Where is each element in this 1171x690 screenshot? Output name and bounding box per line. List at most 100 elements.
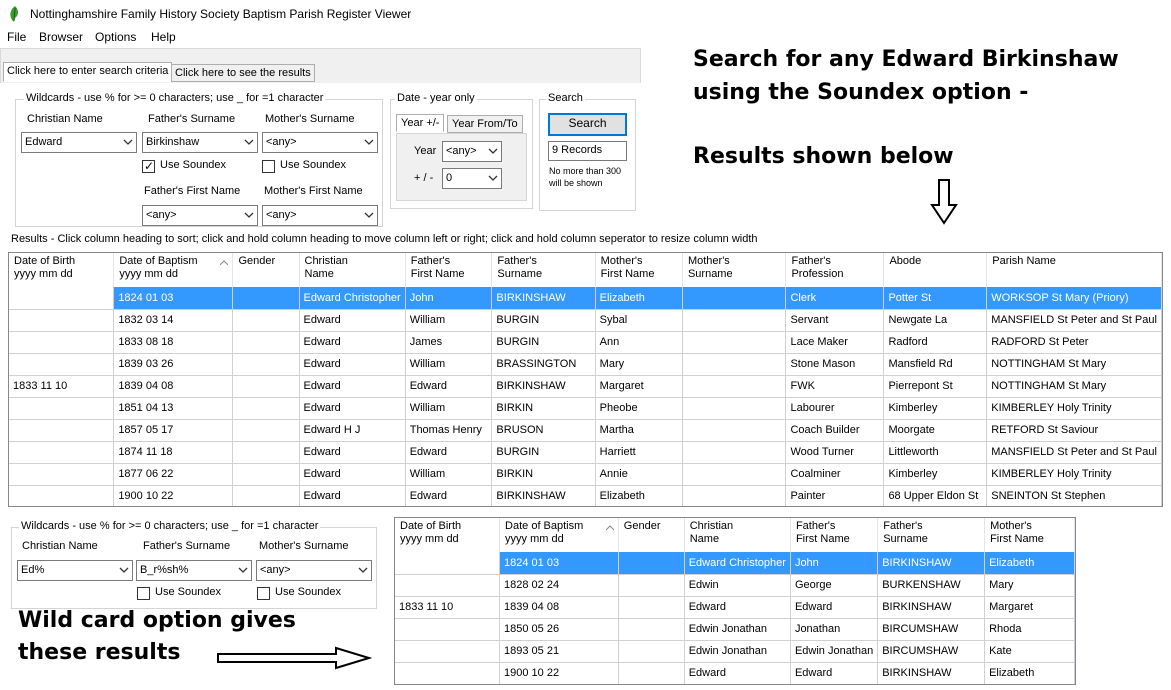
father-surname-combo[interactable]: Birkinshaw [142,132,258,153]
column-header-abode[interactable]: Abode [883,253,988,287]
tab-search-criteria[interactable]: Click here to enter search criteria [3,62,173,82]
father-soundex-label: Use Soundex [160,159,227,171]
table-row[interactable]: 1857 05 17 Edward H J Thomas Henry BRUSON Ma… [9,419,1162,442]
table-cell [682,463,787,486]
tab-year-plus-minus[interactable]: Year +/- [396,114,445,132]
table-cell [618,662,685,684]
column-header-mother-s-surname[interactable]: Mother's Surname [682,253,787,287]
column-header-father-s-profession[interactable]: Father's Profession [785,253,885,287]
column-header-gender[interactable]: Gender [232,253,300,287]
table-row[interactable]: 1839 03 26 Edward William BRASSINGTON Mary St… [9,353,1162,376]
table-cell: Martha [595,419,683,442]
column-header-line1: Date of Baptism [505,520,584,532]
tab-year-from-to[interactable]: Year From/To [447,115,523,133]
chevron-down-icon [488,148,498,154]
table-cell: Edward [299,485,406,506]
chevron-down-icon [244,139,254,145]
column-header-line2: Surname [687,268,733,280]
father-surname-combo-2[interactable]: B_r%sh% [136,560,252,581]
column-header-gender[interactable]: Gender [618,518,685,552]
column-header-line1: Gender [623,520,661,532]
table-cell: 1824 01 03 [113,287,234,310]
table-cell [9,331,115,354]
date-legend: Date - year only [395,92,477,104]
table-row[interactable]: 1893 05 21 Edwin Jonathan Edwin Jonathan BI… [395,640,1075,663]
table-cell: BIRKIN [491,397,596,420]
menu-file[interactable]: File [7,30,26,44]
table-row[interactable]: 1851 04 13 Edward William BIRKIN Pheobe Labou… [9,397,1162,420]
column-header-christian-name[interactable]: Christian Name [299,253,406,287]
results-caption: Results - Click column heading to sort; … [11,233,758,245]
tab-results[interactable]: Click here to see the results [171,64,315,82]
column-header-date-of-birth-yyyy-mm-dd[interactable]: Date of Birth yyyy mm dd [395,518,501,552]
column-header-father-s-first-name[interactable]: Father's First Name [790,518,879,552]
table-row[interactable]: 1833 11 10 1839 04 08 Edward Edward BIRKINSH… [395,596,1075,619]
table-row[interactable]: 1833 08 18 Edward James BURGIN Ann Lace Maker… [9,331,1162,354]
christian-name-combo[interactable]: Edward [21,132,137,153]
christian-name-combo-2[interactable]: Ed% [17,560,133,581]
column-header-parish-name[interactable]: Parish Name [986,253,1162,287]
table-row[interactable]: 1874 11 18 Edward Edward BURGIN Harriett Wood… [9,441,1162,464]
father-surname-label: Father's Surname [148,113,236,125]
table-cell: Coach Builder [785,419,885,442]
father-first-name-combo[interactable]: <any> [142,205,258,226]
father-soundex-checkbox[interactable]: ✓ [142,159,155,173]
year-options-panel: Year <any> + / - 0 [396,133,527,201]
plus-minus-combo[interactable]: 0 [442,168,502,189]
table-cell [395,552,501,575]
menu-options[interactable]: Options [95,30,136,44]
mother-soundex-label: Use Soundex [280,159,347,171]
menu-browser[interactable]: Browser [39,30,83,44]
chevron-down-icon [238,567,248,573]
column-header-line1: Christian [689,520,734,532]
table-cell: Edward [405,485,493,506]
table-cell [9,485,115,506]
table-cell: Kate [984,640,1075,663]
table-row[interactable]: 1877 06 22 Edward William BIRKIN Annie Coalmi… [9,463,1162,486]
column-header-mother-s-first-name[interactable]: Mother's First Name [984,518,1075,552]
chevron-down-icon [358,567,368,573]
table-cell: 1893 05 21 [499,640,619,663]
mother-first-name-combo[interactable]: <any> [262,205,378,226]
table-row[interactable]: 1828 02 24 Edwin George BURKENSHAW Mary [395,574,1075,597]
column-header-father-s-surname[interactable]: Father's Surname [491,253,596,287]
column-header-date-of-baptism-yyyy-mm-dd[interactable]: Date of Baptism yyyy mm dd [499,518,619,552]
table-row[interactable]: 1833 11 10 1839 04 08 Edward Edward BIRKINSH… [9,375,1162,398]
search-button[interactable]: Search [548,113,627,136]
table-cell: Mansfield Rd [883,353,988,376]
column-header-date-of-birth-yyyy-mm-dd[interactable]: Date of Birth yyyy mm dd [9,253,115,287]
window-title: Nottinghamshire Family History Society B… [30,7,412,21]
table-row[interactable]: 1824 01 03 Edward Christopher John BIRKINSH… [395,552,1075,575]
mother-surname-combo[interactable]: <any> [262,132,378,153]
table-cell: Edwin Jonathan [684,640,791,663]
table-cell [682,309,787,332]
table-cell: BIRKINSHAW [877,552,986,575]
mother-surname-combo-2[interactable]: <any> [256,560,372,581]
mother-soundex-checkbox[interactable] [262,160,275,173]
year-combo[interactable]: <any> [442,141,502,162]
column-header-date-of-baptism-yyyy-mm-dd[interactable]: Date of Baptism yyyy mm dd [113,253,234,287]
checkmark-icon: ✓ [144,159,155,173]
column-header-mother-s-first-name[interactable]: Mother's First Name [595,253,683,287]
column-header-father-s-first-name[interactable]: Father's First Name [405,253,493,287]
table-row[interactable]: 1900 10 22 Edward Edward BIRKINSHAW Elizabet… [395,662,1075,684]
table-cell: BIRKINSHAW [877,596,986,619]
table-row[interactable]: 1900 10 22 Edward Edward BIRKINSHAW Elizabet… [9,485,1162,506]
column-header-father-s-surname[interactable]: Father's Surname [877,518,986,552]
menu-help[interactable]: Help [151,30,176,44]
table-row[interactable]: 1850 05 26 Edwin Jonathan Jonathan BIRCUMSH… [395,618,1075,641]
table-cell: FWK [785,375,885,398]
father-soundex-checkbox-2[interactable] [137,587,150,600]
table-cell [9,353,115,376]
table-cell [395,618,501,641]
column-header-christian-name[interactable]: Christian Name [684,518,791,552]
table-cell [9,309,115,332]
main-tab-strip: Click here to enter search criteria Clic… [0,48,641,84]
table-cell: Edward [684,662,791,684]
column-header-line1: Date of Birth [14,255,76,267]
table-cell: Annie [595,463,683,486]
sort-ascending-icon [220,260,229,266]
mother-soundex-checkbox-2[interactable] [257,587,270,600]
table-row[interactable]: 1824 01 03 Edward Christopher John BIRKINSH… [9,287,1162,310]
table-row[interactable]: 1832 03 14 Edward William BURGIN Sybal Servan… [9,309,1162,332]
